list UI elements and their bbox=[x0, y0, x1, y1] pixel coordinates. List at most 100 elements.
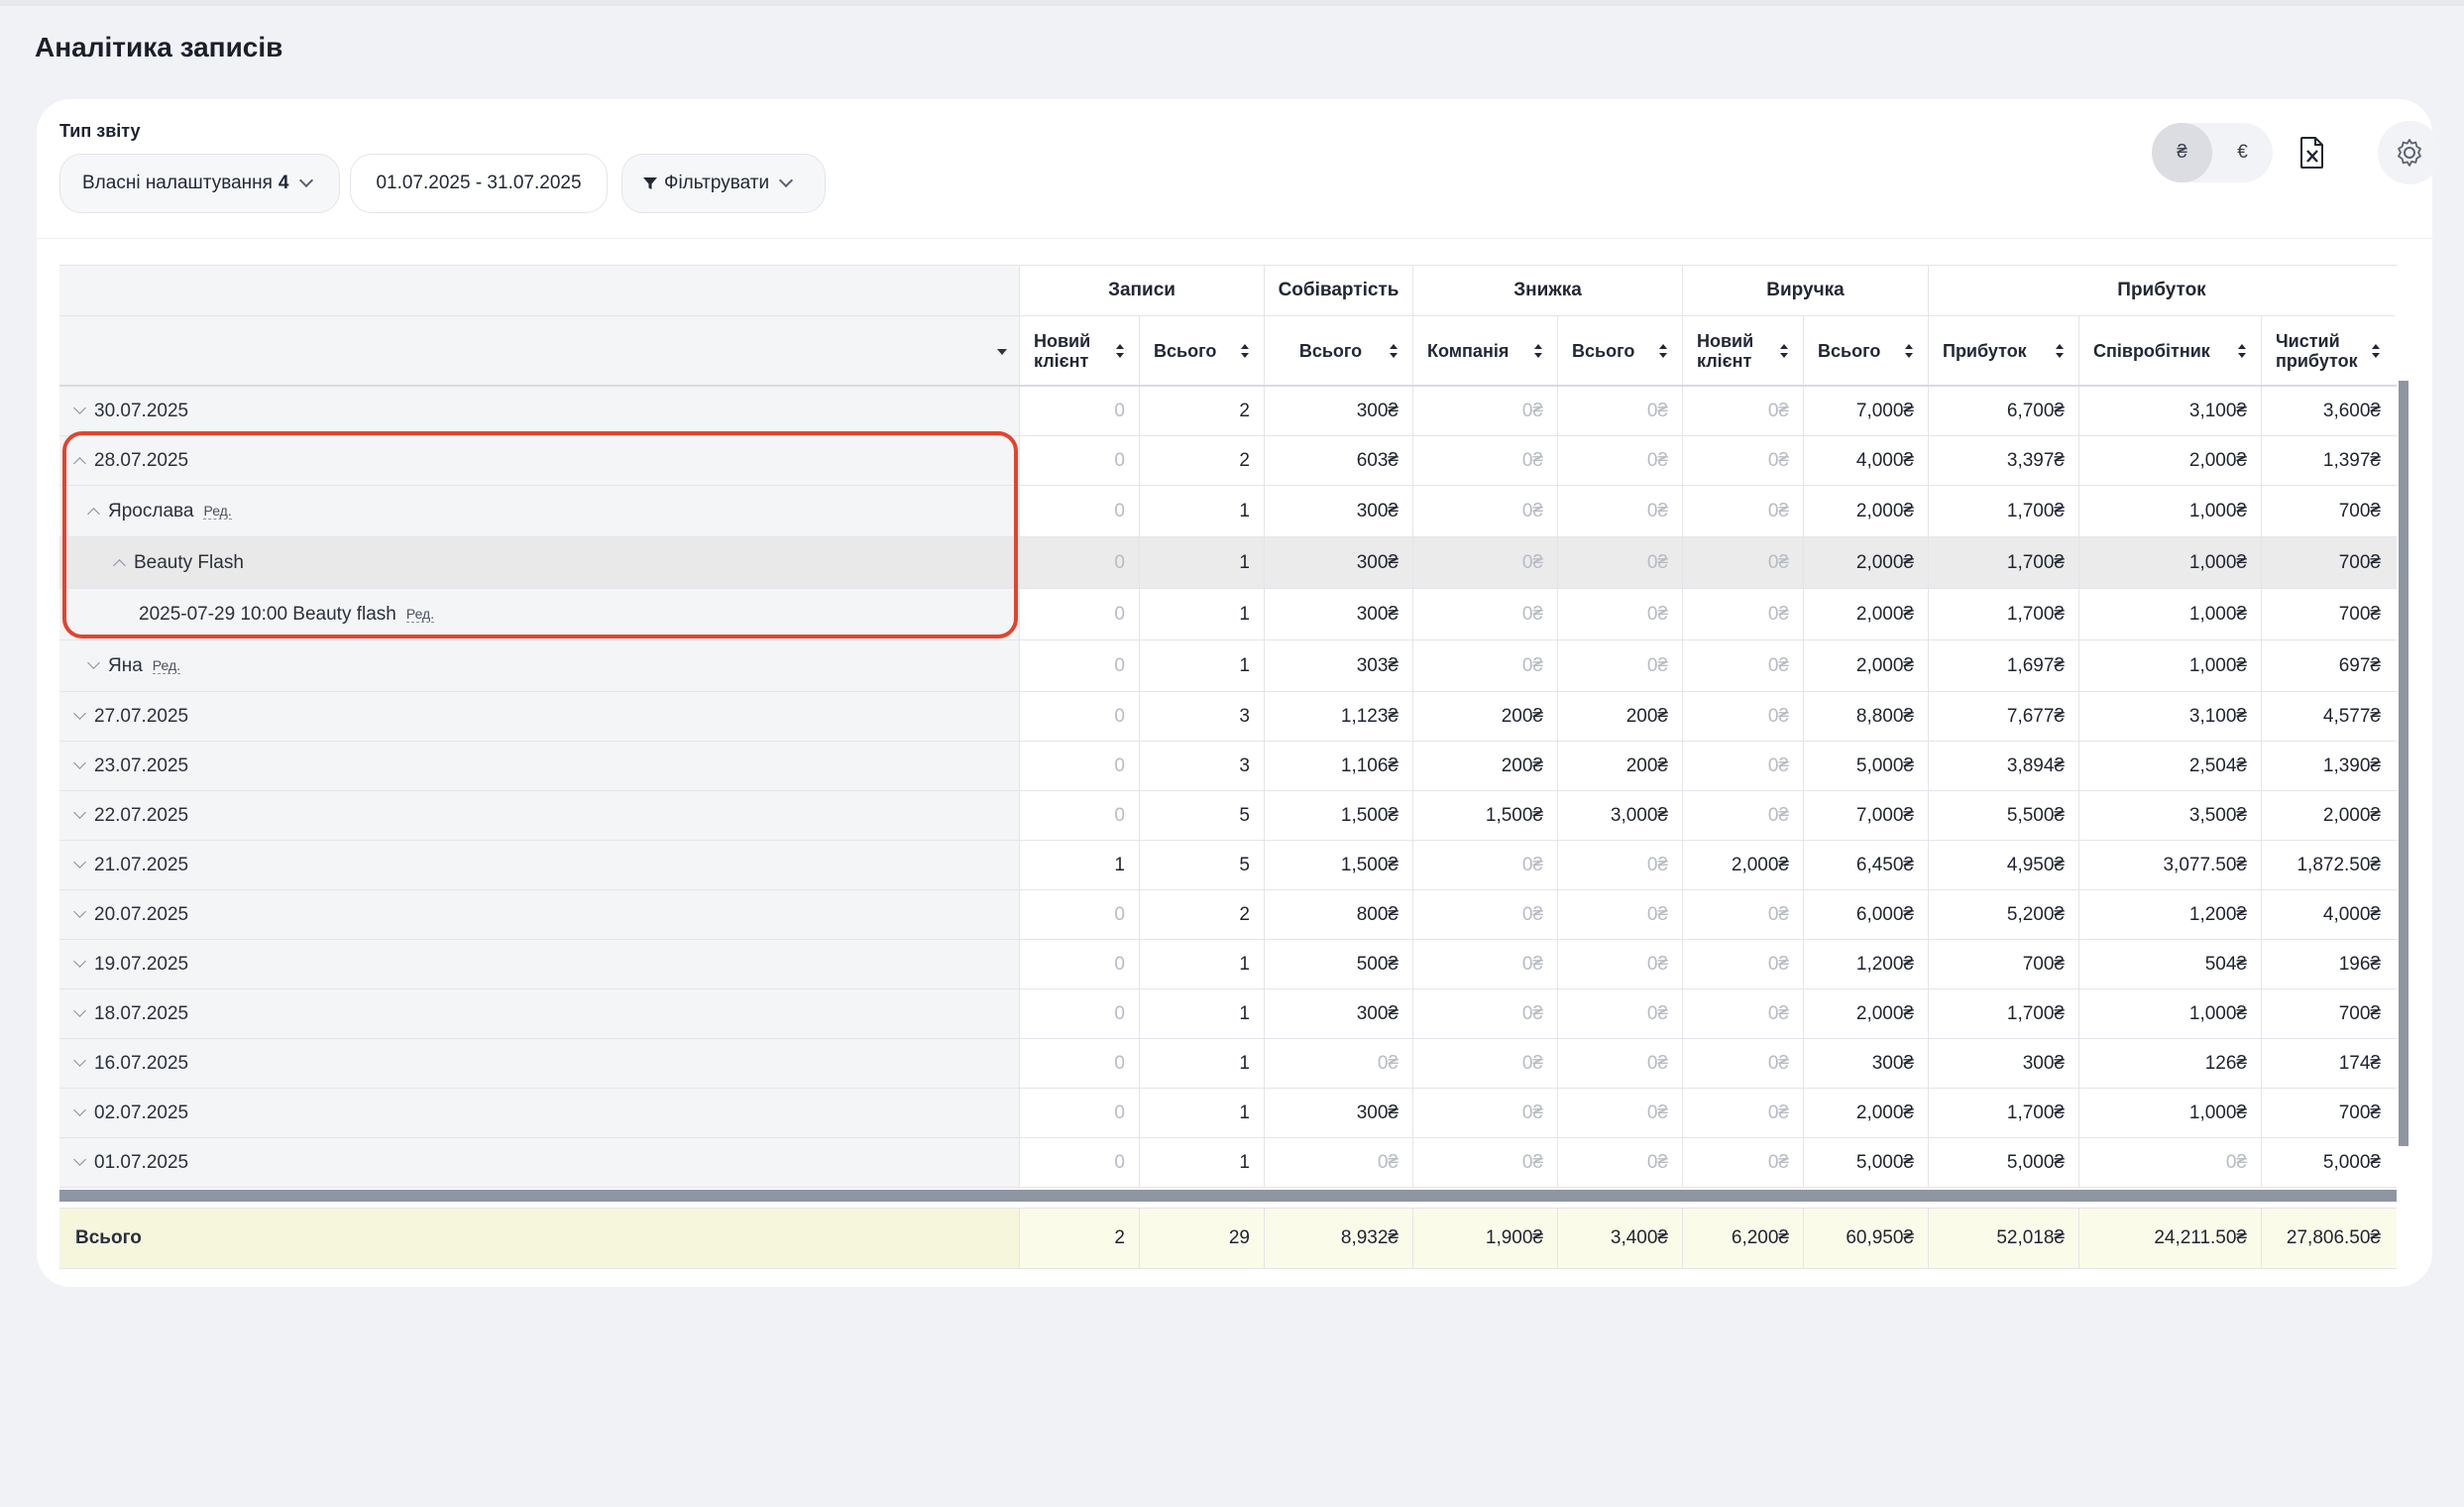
row-label[interactable]: 16.07.2025 bbox=[59, 1039, 1019, 1088]
row-label[interactable]: 20.07.2025 bbox=[59, 890, 1019, 939]
date-row[interactable]: 22.07.2025 0 5 1,500₴ 1,500₴ 3,000₴ 0₴ 7,000₴ 5,… bbox=[59, 791, 2397, 841]
group-row[interactable]: Яна Ред. 0 1 303₴ 0₴ 0₴ 0₴ 2,000₴ 1,697₴ 1,000₴ 697… bbox=[59, 640, 2397, 692]
export-excel-button[interactable] bbox=[2281, 121, 2344, 184]
value-cell: 4,000₴ bbox=[1803, 436, 1928, 485]
value-cell: 0₴ bbox=[1412, 537, 1557, 588]
chevron-down-icon bbox=[298, 173, 313, 188]
date-row[interactable]: 30.07.2025 0 2 300₴ 0₴ 0₴ 0₴ 7,000₴ 6,700₴ 3,100₴… bbox=[59, 387, 2397, 436]
value-cell: 0₴ bbox=[1412, 436, 1557, 485]
date-row[interactable]: 23.07.2025 0 3 1,106₴ 200₴ 200₴ 0₴ 5,000₴ 3,894₴… bbox=[59, 742, 2397, 791]
chevron-down-icon[interactable] bbox=[73, 402, 86, 414]
date-row[interactable]: 19.07.2025 0 1 500₴ 0₴ 0₴ 0₴ 1,200₴ 700₴ 504₴ 196₴ bbox=[59, 940, 2397, 989]
horizontal-scrollbar[interactable] bbox=[59, 1190, 2397, 1202]
date-row[interactable]: 28.07.2025 0 2 603₴ 0₴ 0₴ 0₴ 4,000₴ 3,397₴ 2,000₴… bbox=[59, 436, 2397, 486]
column-header[interactable]: Всього bbox=[1264, 315, 1412, 385]
row-label[interactable]: 28.07.2025 bbox=[59, 436, 1019, 485]
value-cell: 0₴ bbox=[1557, 436, 1682, 485]
date-row[interactable]: 18.07.2025 0 1 300₴ 0₴ 0₴ 0₴ 2,000₴ 1,700₴ 1,000₴… bbox=[59, 989, 2397, 1039]
column-header[interactable]: Чистий прибуток bbox=[2261, 315, 2395, 385]
value-cell: 1,106₴ bbox=[1264, 742, 1412, 790]
date-row[interactable]: 01.07.2025 0 1 0₴ 0₴ 0₴ 0₴ 5,000₴ 5,000₴ 0₴ 5,000₴ bbox=[59, 1138, 2397, 1188]
value-cell: 0₴ bbox=[1412, 589, 1557, 639]
table-body: 30.07.2025 0 2 300₴ 0₴ 0₴ 0₴ 7,000₴ 6,700₴ 3,100₴… bbox=[59, 387, 2397, 1188]
chevron-down-icon[interactable] bbox=[73, 1004, 86, 1017]
edit-link[interactable]: Ред. bbox=[405, 606, 435, 623]
row-label[interactable]: 22.07.2025 bbox=[59, 791, 1019, 840]
date-row[interactable]: 16.07.2025 0 1 0₴ 0₴ 0₴ 0₴ 300₴ 300₴ 126₴ 174₴ bbox=[59, 1039, 2397, 1089]
row-label[interactable]: 01.07.2025 bbox=[59, 1138, 1019, 1187]
currency-eur-button[interactable]: € bbox=[2212, 123, 2273, 182]
row-label[interactable]: 18.07.2025 bbox=[59, 989, 1019, 1038]
column-header[interactable]: Прибуток bbox=[1928, 315, 2078, 385]
chevron-down-icon[interactable] bbox=[73, 905, 86, 918]
column-group-header: Собівартість bbox=[1264, 266, 1412, 315]
value-cell: 0₴ bbox=[1682, 742, 1803, 790]
chevron-down-icon[interactable] bbox=[73, 1103, 86, 1116]
column-header[interactable]: Співробітник bbox=[2078, 315, 2261, 385]
value-cell: 0₴ bbox=[1557, 589, 1682, 639]
value-cell: 196₴ bbox=[2261, 940, 2395, 988]
value-cell: 1,000₴ bbox=[2078, 1089, 2261, 1137]
row-label[interactable]: Beauty Flash bbox=[59, 537, 1019, 588]
currency-switcher: ₴ € bbox=[2152, 123, 2273, 182]
value-cell: 1,872.50₴ bbox=[2261, 841, 2395, 889]
value-cell: 700₴ bbox=[2261, 486, 2395, 536]
row-label-header[interactable] bbox=[59, 315, 1019, 385]
chevron-down-icon[interactable] bbox=[73, 955, 86, 968]
row-label[interactable]: 19.07.2025 bbox=[59, 940, 1019, 988]
value-cell: 174₴ bbox=[2261, 1039, 2395, 1088]
chevron-up-icon[interactable] bbox=[87, 508, 100, 521]
value-cell: 1,700₴ bbox=[1928, 537, 2078, 588]
chevron-down-icon[interactable] bbox=[73, 806, 86, 819]
row-label-text: Яна bbox=[108, 654, 143, 676]
row-label[interactable]: 02.07.2025 bbox=[59, 1089, 1019, 1137]
row-label[interactable]: 21.07.2025 bbox=[59, 841, 1019, 889]
column-header[interactable]: Новий клієнт bbox=[1682, 315, 1803, 385]
chevron-down-icon[interactable] bbox=[73, 756, 86, 769]
row-label[interactable]: Яна Ред. bbox=[59, 640, 1019, 691]
filter-button[interactable]: Фільтрувати bbox=[621, 154, 826, 213]
currency-uah-button[interactable]: ₴ bbox=[2152, 123, 2212, 182]
row-label[interactable]: 27.07.2025 bbox=[59, 692, 1019, 741]
report-settings-dropdown[interactable]: Власні налаштування 4 bbox=[59, 154, 340, 213]
value-cell: 2,000₴ bbox=[2261, 791, 2395, 840]
value-cell: 2 bbox=[1139, 436, 1264, 485]
chevron-down-icon[interactable] bbox=[73, 707, 86, 720]
value-cell: 2,504₴ bbox=[2078, 742, 2261, 790]
group-row[interactable]: Ярослава Ред. 0 1 300₴ 0₴ 0₴ 0₴ 2,000₴ 1,700₴ 1,00… bbox=[59, 486, 2397, 537]
column-header[interactable]: Компанія bbox=[1412, 315, 1557, 385]
date-row[interactable]: 20.07.2025 0 2 800₴ 0₴ 0₴ 0₴ 6,000₴ 5,200₴ 1,200₴… bbox=[59, 890, 2397, 940]
date-range-picker[interactable]: 01.07.2025 - 31.07.2025 bbox=[350, 154, 608, 213]
chevron-down-icon[interactable] bbox=[73, 856, 86, 869]
row-label[interactable]: 30.07.2025 bbox=[59, 387, 1019, 435]
value-cell: 3,100₴ bbox=[2078, 387, 2261, 435]
appointment-row[interactable]: 2025-07-29 10:00 Beauty flash Ред. 0 1 300₴ 0… bbox=[59, 589, 2397, 640]
settings-button[interactable] bbox=[2378, 121, 2441, 184]
value-cell: 6,000₴ bbox=[1803, 890, 1928, 939]
chevron-up-icon[interactable] bbox=[73, 457, 86, 470]
column-header[interactable]: Всього bbox=[1139, 315, 1264, 385]
chevron-up-icon[interactable] bbox=[113, 559, 126, 572]
value-cell: 200₴ bbox=[1412, 742, 1557, 790]
row-label-text: 30.07.2025 bbox=[94, 400, 189, 421]
date-row[interactable]: 27.07.2025 0 3 1,123₴ 200₴ 200₴ 0₴ 8,800₴ 7,677₴… bbox=[59, 692, 2397, 742]
chevron-down-icon[interactable] bbox=[73, 1153, 86, 1166]
edit-link[interactable]: Ред. bbox=[203, 503, 232, 520]
row-label[interactable]: 2025-07-29 10:00 Beauty flash Ред. bbox=[59, 589, 1019, 639]
value-cell: 1,397₴ bbox=[2261, 436, 2395, 485]
date-row[interactable]: 02.07.2025 0 1 300₴ 0₴ 0₴ 0₴ 2,000₴ 1,700₴ 1,000₴… bbox=[59, 1089, 2397, 1138]
date-row[interactable]: 21.07.2025 1 5 1,500₴ 0₴ 0₴ 2,000₴ 6,450₴ 4,950₴… bbox=[59, 841, 2397, 890]
edit-link[interactable]: Ред. bbox=[152, 657, 181, 674]
row-label[interactable]: 23.07.2025 bbox=[59, 742, 1019, 790]
group-row[interactable]: Beauty Flash 0 1 300₴ 0₴ 0₴ 0₴ 2,000₴ 1,700₴ 1,00… bbox=[59, 537, 2397, 589]
column-header[interactable]: Всього bbox=[1803, 315, 1928, 385]
chevron-down-icon[interactable] bbox=[73, 1054, 86, 1067]
column-header[interactable]: Всього bbox=[1557, 315, 1682, 385]
row-label[interactable]: Ярослава Ред. bbox=[59, 486, 1019, 536]
value-cell: 7,000₴ bbox=[1803, 791, 1928, 840]
column-header[interactable]: Новий клієнт bbox=[1019, 315, 1139, 385]
value-cell: 1,390₴ bbox=[2261, 742, 2395, 790]
chevron-down-icon[interactable] bbox=[87, 656, 100, 669]
vertical-scrollbar[interactable] bbox=[2399, 381, 2408, 1146]
sort-icon bbox=[1659, 343, 1667, 358]
